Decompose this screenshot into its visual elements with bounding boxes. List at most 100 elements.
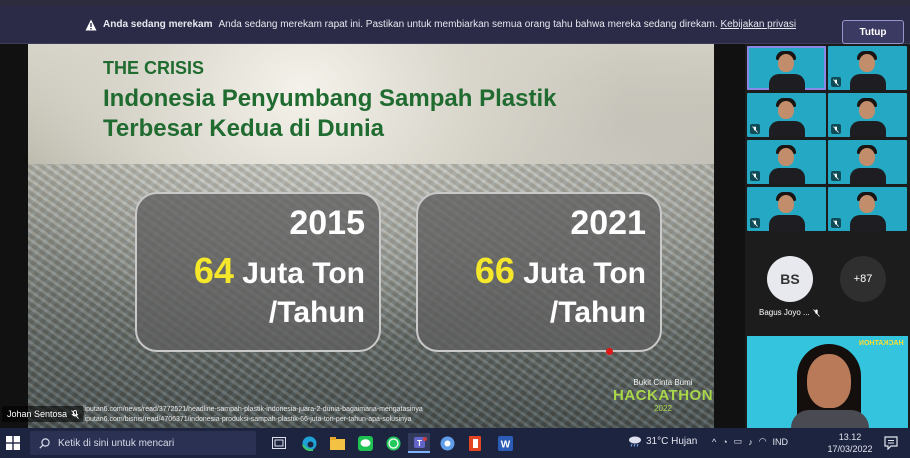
slide-headline: Indonesia Penyumbang Sampah Plastik Terb…: [103, 84, 556, 144]
participant-tile[interactable]: [747, 140, 826, 184]
mic-muted-icon: [831, 124, 841, 134]
clock-date: 17/03/2022: [827, 444, 873, 454]
stat-card-2015: 2015 64 Juta Ton /Tahun: [135, 192, 381, 352]
line-app-icon[interactable]: [354, 433, 376, 453]
self-view-face: [807, 354, 851, 408]
stat-unit-b: /Tahun: [268, 296, 365, 329]
slide-headline-line2: Terbesar Kedua di Dunia: [103, 115, 384, 142]
participant-tile[interactable]: [747, 93, 826, 137]
shared-screen: THE CRISIS Indonesia Penyumbang Sampah P…: [0, 44, 745, 428]
participant-tile[interactable]: [828, 93, 907, 137]
clock-time: 13.12: [838, 432, 862, 442]
participant-tile[interactable]: [747, 46, 826, 90]
mic-muted-icon: [831, 171, 841, 181]
participant-body: [769, 168, 805, 184]
word-app-icon[interactable]: W: [494, 433, 516, 453]
participant-face: [778, 101, 794, 119]
stat-unit-a: Juta Ton: [523, 257, 646, 290]
mic-muted-icon: [71, 409, 79, 419]
edge-browser-icon[interactable]: [298, 433, 320, 453]
file-explorer-icon[interactable]: [326, 433, 348, 453]
participant-name-tag: Bagus Joyo ...: [759, 308, 820, 317]
task-view-icon[interactable]: [268, 433, 290, 453]
privacy-policy-link[interactable]: Kebijakan privasi: [720, 19, 796, 30]
slide-kicker: THE CRISIS: [103, 58, 205, 78]
hackathon-logo-big: HACKATHON: [613, 387, 714, 404]
hackathon-logo: Bukit Cinta Bumi HACKATHON 2022: [613, 378, 713, 426]
taskbar-clock[interactable]: 13.12 17/03/2022: [822, 431, 878, 455]
language-indicator[interactable]: IND: [773, 437, 789, 447]
participant-body: [850, 168, 886, 184]
notification-center-icon[interactable]: [884, 436, 898, 450]
stat-number: 66: [474, 250, 515, 291]
chrome-browser-icon[interactable]: [436, 433, 458, 453]
participant-face: [859, 54, 875, 72]
recording-banner-title: Anda sedang merekam: [103, 19, 213, 30]
participant-gallery: BS +87 Bagus Joyo ... HACKATHON: [745, 44, 910, 428]
source-link-2: liputan6.com/bisnis/read/4706371/indones…: [83, 416, 412, 423]
recording-banner-text: Anda sedang merekam Anda sedang merekam r…: [103, 19, 796, 30]
windows-start-icon[interactable]: [6, 436, 20, 450]
self-view-video[interactable]: HACKATHON: [747, 336, 908, 428]
participant-tile[interactable]: [828, 187, 907, 231]
whatsapp-icon[interactable]: [382, 433, 404, 453]
weather-widget[interactable]: 31°C Hujan: [628, 436, 697, 447]
presenter-name: Johan Sentosa: [7, 409, 68, 419]
svg-text:W: W: [500, 439, 510, 450]
participant-face: [778, 148, 794, 166]
participant-body: [850, 74, 886, 90]
mic-muted-icon: [831, 218, 841, 228]
laser-pointer: [606, 348, 613, 355]
close-banner-button[interactable]: Tutup: [842, 20, 904, 44]
participant-tile[interactable]: [747, 187, 826, 231]
search-icon: [39, 437, 50, 449]
participant-body: [769, 74, 805, 90]
participant-body: [850, 215, 886, 231]
participant-body: [769, 215, 805, 231]
stat-year: 2015: [289, 204, 365, 242]
participant-face: [859, 148, 875, 166]
presenter-name-tag: Johan Sentosa: [2, 406, 85, 422]
participant-tile[interactable]: [828, 46, 907, 90]
participant-avatar[interactable]: BS: [767, 256, 813, 302]
warning-icon: [85, 19, 97, 31]
participant-tile[interactable]: [828, 140, 907, 184]
svg-text:T: T: [417, 439, 422, 448]
stat-number: 64: [193, 250, 234, 291]
participant-name: Bagus Joyo ...: [759, 308, 810, 317]
source-link-1: liputan6.com/news/read/3772521/headline-…: [83, 406, 423, 413]
recording-banner: Anda sedang merekam Anda sedang merekam r…: [0, 6, 910, 44]
more-participants-button[interactable]: +87: [840, 256, 886, 302]
stat-amount: 64 Juta Ton: [194, 250, 365, 292]
teams-app-icon[interactable]: T: [408, 433, 430, 453]
office-app-icon[interactable]: [464, 433, 486, 453]
taskbar-search-input[interactable]: Ketik di sini untuk mencari: [30, 431, 256, 455]
presentation-slide: THE CRISIS Indonesia Penyumbang Sampah P…: [28, 44, 714, 428]
recording-banner-message: Anda sedang merekam rapat ini. Pastikan …: [218, 19, 718, 30]
participant-body: [769, 121, 805, 137]
battery-icon[interactable]: ▭: [734, 436, 743, 447]
participant-face: [859, 195, 875, 213]
stat-unit-a: Juta Ton: [242, 257, 365, 290]
self-view-shirt: [791, 410, 869, 428]
participant-body: [850, 121, 886, 137]
stat-year: 2021: [570, 204, 646, 242]
mic-muted-icon: [812, 308, 820, 317]
participant-face: [778, 54, 794, 72]
slide-headline-line1: Indonesia Penyumbang Sampah Plastik: [103, 85, 557, 112]
weather-text: 31°C Hujan: [646, 436, 698, 447]
hidden-icons-chevron-icon[interactable]: ^: [712, 437, 716, 447]
stat-unit-b: /Tahun: [549, 296, 646, 329]
mic-muted-icon: [750, 218, 760, 228]
rain-cloud-icon: [629, 436, 641, 447]
stat-amount: 66 Juta Ton: [475, 250, 646, 292]
taskbar-search-placeholder: Ketik di sini untuk mencari: [58, 437, 175, 449]
taskbar: Ketik di sini untuk mencari T W 31°C Huj…: [0, 428, 910, 458]
wifi-icon[interactable]: ◠: [759, 436, 767, 447]
self-view-watermark: HACKATHON: [859, 340, 904, 347]
mic-muted-icon: [750, 124, 760, 134]
hackathon-logo-small: Bukit Cinta Bumi: [633, 378, 693, 387]
network-icon[interactable]: ◔: [722, 437, 727, 447]
mic-muted-icon: [750, 171, 760, 181]
volume-icon[interactable]: ♪: [748, 437, 753, 447]
